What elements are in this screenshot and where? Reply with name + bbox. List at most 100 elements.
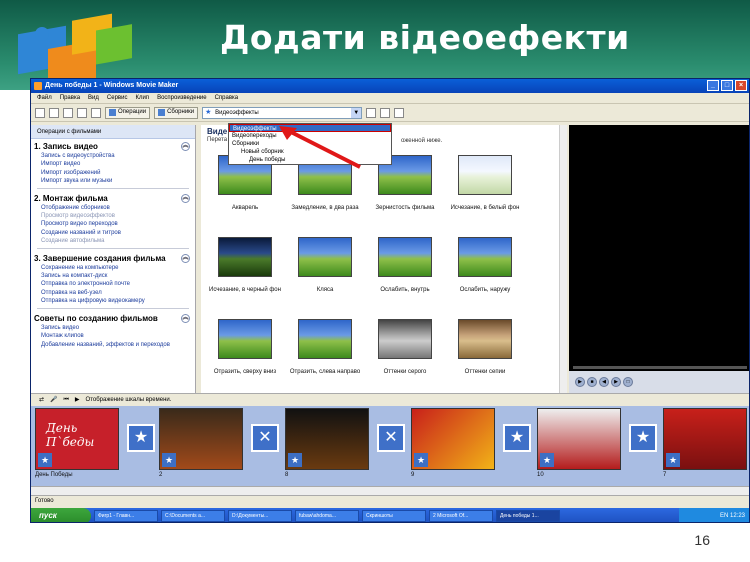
collapse-icon[interactable]: ︽ [181, 193, 190, 203]
seek-bar[interactable] [573, 366, 747, 369]
menu-view[interactable]: Вид [88, 93, 99, 103]
transition-star-icon[interactable]: ★ [629, 424, 657, 452]
effect-item[interactable]: Ослабить, наружу [445, 231, 525, 313]
section-edit[interactable]: 2. Монтаж фильма ︽ [31, 191, 195, 204]
language-indicator[interactable]: EN [720, 513, 728, 519]
section-capture[interactable]: 1. Запись видео ︽ [31, 139, 195, 152]
menu-file[interactable]: Файл [37, 93, 52, 103]
task-link[interactable]: Добавление названий, эффектов и переходо… [31, 341, 195, 349]
clip-label: 9 [411, 472, 415, 478]
maximize-button[interactable]: □ [721, 80, 733, 91]
task-link[interactable]: Отправка на веб-узел [31, 289, 195, 297]
close-button[interactable]: × [735, 80, 747, 91]
up-folder-icon[interactable] [366, 107, 377, 118]
menu-edit[interactable]: Правка [60, 93, 80, 103]
system-tray: EN 12:23 [679, 508, 749, 522]
collection-combo[interactable]: Видеоэффекты ▼ [202, 106, 363, 119]
taskbar-item[interactable]: Фигр1 - Главн... [94, 510, 158, 522]
transition-cross-icon[interactable]: ✕ [377, 424, 405, 452]
effect-item[interactable]: Оттенки серого [365, 313, 445, 393]
collection-scrollbar[interactable] [559, 125, 567, 393]
taskbar-item[interactable]: 2 Microsoft Of... [429, 510, 493, 522]
timeline-toggle-label[interactable]: Отображение шкалы времени. [86, 394, 172, 406]
task-link[interactable]: Сохранение на компьютере [31, 264, 195, 272]
task-link[interactable]: Отображение сборников [31, 204, 195, 212]
effect-thumbnail [458, 155, 512, 195]
menu-play[interactable]: Воспроизведение [157, 93, 207, 103]
collections-button[interactable]: Сборники [154, 106, 199, 119]
rewind-icon[interactable]: ⏮ [64, 394, 69, 406]
task-link[interactable]: Монтаж клипов [31, 332, 195, 340]
play-icon[interactable]: ▶ [575, 377, 585, 387]
task-link[interactable]: Запись на компакт-диск [31, 272, 195, 280]
playback-icon[interactable]: ▶ [75, 394, 80, 406]
taskbar-item[interactable]: Скриншоты [362, 510, 426, 522]
storyboard-clip[interactable]: ★ [537, 408, 621, 470]
star-icon: ★ [162, 453, 176, 467]
task-link[interactable]: Отправка на цифровую видеокамеру [31, 297, 195, 305]
transition-cross-icon[interactable]: ✕ [251, 424, 279, 452]
collapse-icon[interactable]: ︽ [181, 142, 190, 151]
taskbar-item-active[interactable]: День победы 1... [496, 510, 560, 522]
minimize-button[interactable]: _ [707, 80, 719, 91]
menu-clip[interactable]: Клип [135, 93, 149, 103]
storyboard-clip[interactable]: ★ [285, 408, 369, 470]
fullscreen-icon[interactable]: □ [623, 377, 633, 387]
window-controls: _ □ × [707, 80, 747, 91]
timeline-icon[interactable]: ⇄ [39, 394, 44, 406]
effect-item[interactable]: Ослабить, внутрь [365, 231, 445, 313]
save-icon[interactable] [63, 107, 73, 118]
collapse-icon[interactable]: ︽ [181, 253, 190, 263]
task-link[interactable]: Импорт видео [31, 160, 195, 168]
storyboard-clip[interactable]: ★ [159, 408, 243, 470]
task-link[interactable]: Импорт изображений [31, 169, 195, 177]
task-link[interactable]: Запись с видеоустройства [31, 152, 195, 160]
stop-icon[interactable]: ■ [587, 377, 597, 387]
storyboard-clip[interactable]: День П`беды ★ [35, 408, 119, 470]
next-frame-icon[interactable]: ▶ [611, 377, 621, 387]
task-link[interactable]: Просмотр видео переходов [31, 220, 195, 228]
effect-item[interactable]: Оттенки сепии [445, 313, 525, 393]
undo-icon[interactable] [77, 107, 87, 118]
new-icon[interactable] [35, 107, 45, 118]
start-button[interactable]: пуск [31, 508, 91, 522]
section-tips[interactable]: Советы по созданию фильмов ︽ [31, 311, 195, 324]
taskbar-item[interactable]: C:\Documents a... [161, 510, 225, 522]
star-icon: ★ [666, 453, 680, 467]
task-link[interactable]: Импорт звука или музыки [31, 177, 195, 185]
star-icon: ★ [540, 453, 554, 467]
menu-help[interactable]: Справка [215, 93, 239, 103]
transition-star-icon[interactable]: ★ [127, 424, 155, 452]
effect-item[interactable]: Исчезание, в черный фон [205, 231, 285, 313]
task-link[interactable]: Создание названий и титров [31, 229, 195, 237]
task-link[interactable]: Просмотр видеоэффектов [31, 212, 195, 220]
star-icon: ★ [38, 453, 52, 467]
views-icon[interactable] [394, 107, 405, 118]
task-link[interactable]: Создание автофильма [31, 237, 195, 245]
taskbar-item[interactable]: D:\Документы... [228, 510, 292, 522]
narrate-icon[interactable]: 🎤 [50, 394, 57, 406]
menu-tools[interactable]: Сервис [107, 93, 128, 103]
effect-thumbnail [458, 319, 512, 359]
section-finish[interactable]: 3. Завершение создания фильма ︽ [31, 251, 195, 264]
transition-star-icon[interactable]: ★ [503, 424, 531, 452]
task-link[interactable]: Отправка по электронной почте [31, 280, 195, 288]
task-link[interactable]: Запись видео [31, 324, 195, 332]
operations-button[interactable]: Операции [105, 106, 151, 119]
storyboard-scrollbar[interactable] [31, 486, 749, 495]
storyboard-clip[interactable]: ★ [411, 408, 495, 470]
effect-item[interactable]: Отразить, сверху вниз [205, 313, 285, 393]
chevron-down-icon[interactable]: ▼ [351, 107, 362, 118]
taskbar-item[interactable]: fubaw\ahdoma... [295, 510, 359, 522]
open-icon[interactable] [49, 107, 59, 118]
new-folder-icon[interactable] [380, 107, 391, 118]
effect-item[interactable]: Исчезание, в белый фон [445, 149, 525, 231]
effect-item[interactable]: Отразить, слева направо [285, 313, 365, 393]
redo-icon[interactable] [91, 107, 101, 118]
star-icon: ★ [288, 453, 302, 467]
prev-frame-icon[interactable]: ◀ [599, 377, 609, 387]
operations-icon [109, 109, 116, 116]
collapse-icon[interactable]: ︽ [181, 313, 190, 323]
effect-item[interactable]: Кляса [285, 231, 365, 313]
storyboard-clip[interactable]: ★ [663, 408, 747, 470]
